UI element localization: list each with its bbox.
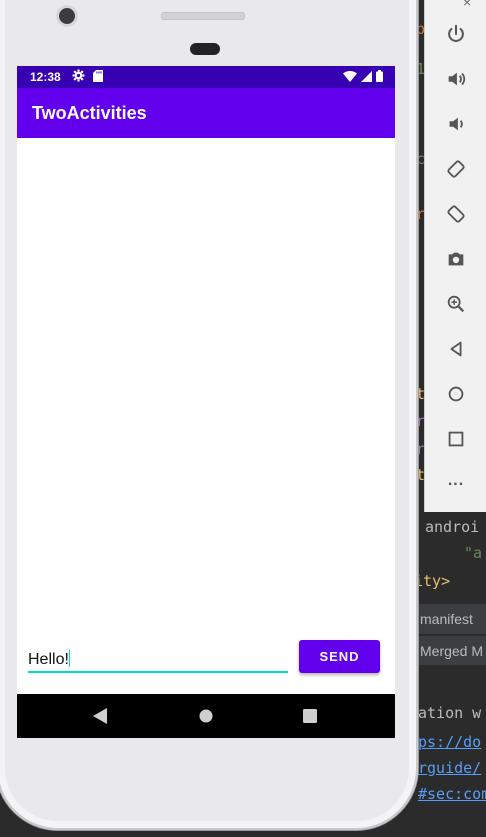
sd-card-icon: [93, 70, 103, 85]
tab-merged-manifest[interactable]: Merged M: [412, 635, 486, 665]
device-screen: 12:38 TwoActivities Hello! SEND: [17, 66, 395, 738]
volume-down-icon[interactable]: [440, 108, 472, 140]
main-content: [17, 138, 395, 694]
tab-manifest[interactable]: manifest: [412, 604, 486, 634]
front-camera: [59, 8, 75, 24]
close-icon[interactable]: ×: [463, 0, 471, 10]
ide-output-link[interactable]: #sec:com: [412, 785, 486, 803]
earpiece: [190, 43, 220, 55]
camera-icon[interactable]: [440, 243, 472, 275]
status-time: 12:38: [30, 70, 61, 84]
home-icon[interactable]: [196, 706, 216, 726]
edit-text-underline: [28, 671, 288, 673]
ide-output-line: ation w: [412, 704, 486, 722]
battery-icon: [376, 70, 383, 85]
code-attribute: androi: [425, 518, 480, 536]
message-text: Hello!: [28, 650, 70, 669]
tab-manifest-label: manifest: [420, 611, 473, 627]
rotate-right-icon[interactable]: [440, 198, 472, 230]
rotate-left-icon[interactable]: [440, 153, 472, 185]
more-label: ...: [447, 472, 465, 489]
home-icon[interactable]: [440, 378, 472, 410]
message-value: Hello!: [28, 651, 69, 668]
signal-icon: [361, 70, 372, 85]
ide-output-link[interactable]: ps://do: [412, 733, 486, 751]
top-speaker: [161, 12, 245, 20]
back-icon[interactable]: [90, 706, 110, 726]
message-edit-text[interactable]: Hello!: [28, 640, 288, 674]
app-title: TwoActivities: [32, 103, 147, 123]
send-button[interactable]: SEND: [299, 640, 380, 673]
volume-up-icon[interactable]: [440, 63, 472, 95]
zoom-icon[interactable]: [440, 288, 472, 320]
ide-output-link[interactable]: rguide/: [412, 759, 486, 777]
overview-icon[interactable]: [440, 423, 472, 455]
wifi-icon: [343, 70, 357, 85]
text-caret: [68, 650, 70, 667]
gear-icon: [72, 69, 85, 85]
code-string: "a: [464, 544, 483, 562]
tab-merged-label: Merged M: [420, 642, 484, 659]
code-closing-tag: ity>: [414, 572, 451, 590]
back-icon[interactable]: [440, 333, 472, 365]
app-bar: TwoActivities: [17, 88, 395, 138]
recents-icon[interactable]: [300, 706, 320, 726]
status-bar: 12:38: [17, 66, 395, 88]
navigation-bar: [17, 694, 395, 738]
power-icon[interactable]: [440, 18, 472, 50]
emulator-toolbar: × ...: [424, 0, 486, 512]
more-icon[interactable]: ...: [440, 468, 472, 500]
